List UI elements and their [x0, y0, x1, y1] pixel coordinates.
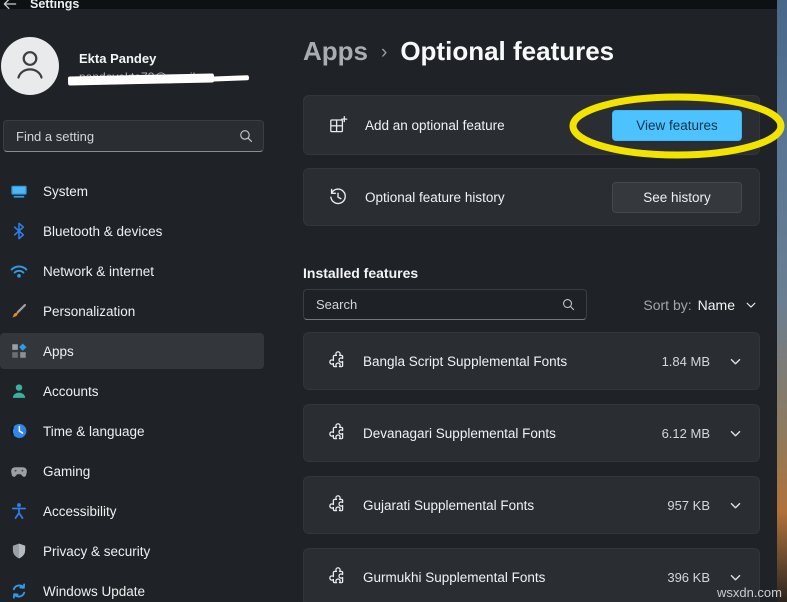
puzzle-icon — [328, 567, 348, 587]
sidebar-item-bluetooth-devices[interactable]: Bluetooth & devices — [0, 213, 264, 249]
settings-window: Settings Ekta Pandey pandeyekta78@gmail … — [0, 0, 787, 602]
history-label: Optional feature history — [365, 190, 505, 205]
history-icon — [328, 187, 348, 207]
chevron-down-icon[interactable] — [728, 354, 743, 369]
sidebar-nav: System Bluetooth & devices Network & int… — [0, 173, 265, 602]
sort-label: Sort by: — [643, 297, 691, 313]
back-button[interactable] — [2, 0, 20, 12]
system-icon — [10, 182, 28, 200]
sidebar-item-accessibility[interactable]: Accessibility — [0, 493, 264, 529]
feature-row[interactable]: Gurmukhi Supplemental Fonts 396 KB — [303, 548, 760, 602]
sidebar-item-network-internet[interactable]: Network & internet — [0, 253, 264, 289]
accessibility-icon — [10, 502, 28, 520]
optional-feature-history-card: Optional feature history See history — [303, 168, 760, 226]
features-search-input[interactable] — [304, 290, 586, 319]
feature-size: 957 KB — [667, 498, 710, 513]
search-icon — [238, 128, 254, 144]
sidebar-item-privacy-security[interactable]: Privacy & security — [0, 533, 264, 569]
page-title: Optional features — [400, 36, 614, 67]
breadcrumb-separator: › — [381, 42, 387, 64]
back-icon — [2, 0, 18, 12]
feature-size: 1.84 MB — [662, 354, 710, 369]
feature-row[interactable]: Devanagari Supplemental Fonts 6.12 MB — [303, 404, 760, 462]
features-search — [303, 289, 587, 320]
feature-size: 396 KB — [667, 570, 710, 585]
avatar[interactable] — [1, 37, 59, 95]
sidebar-item-system[interactable]: System — [0, 173, 264, 209]
add-feature-label: Add an optional feature — [365, 118, 505, 133]
user-name: Ekta Pandey — [79, 51, 156, 66]
installed-features-list: Bangla Script Supplemental Fonts 1.84 MB… — [303, 332, 760, 602]
personalization-icon — [10, 302, 28, 320]
sidebar-search-input[interactable] — [4, 121, 263, 151]
feature-row[interactable]: Bangla Script Supplemental Fonts 1.84 MB — [303, 332, 760, 390]
bluetooth-icon — [10, 222, 28, 240]
chevron-down-icon[interactable] — [728, 570, 743, 585]
time-icon — [10, 422, 28, 440]
sidebar-item-windows-update[interactable]: Windows Update — [0, 573, 264, 602]
feature-row[interactable]: Gujarati Supplemental Fonts 957 KB — [303, 476, 760, 534]
update-icon — [10, 582, 28, 600]
sidebar-item-gaming[interactable]: Gaming — [0, 453, 264, 489]
privacy-icon — [10, 542, 28, 560]
sidebar-search — [3, 120, 264, 152]
add-optional-feature-card: Add an optional feature View features — [303, 95, 760, 155]
desktop-wallpaper-sliver — [777, 0, 787, 602]
titlebar — [0, 0, 777, 9]
sidebar-item-time-language[interactable]: Time & language — [0, 413, 264, 449]
chevron-down-icon — [744, 298, 758, 312]
network-icon — [10, 262, 28, 280]
titlebar-title: Settings — [30, 0, 79, 11]
search-icon — [561, 297, 576, 312]
sort-value: Name — [698, 297, 735, 313]
gaming-icon — [10, 462, 28, 480]
person-icon — [10, 44, 50, 89]
feature-size: 6.12 MB — [662, 426, 710, 441]
add-feature-icon — [328, 115, 348, 135]
sidebar-item-personalization[interactable]: Personalization — [0, 293, 264, 329]
view-features-button[interactable]: View features — [612, 110, 742, 141]
watermark: wsxdn.com — [717, 585, 782, 600]
installed-features-heading: Installed features — [303, 265, 418, 281]
accounts-icon — [10, 382, 28, 400]
sidebar-item-apps[interactable]: Apps — [0, 333, 264, 369]
sort-dropdown[interactable]: Sort by: Name — [643, 297, 758, 313]
puzzle-icon — [328, 351, 348, 371]
breadcrumb: Apps › Optional features — [303, 36, 614, 67]
chevron-down-icon[interactable] — [728, 426, 743, 441]
see-history-button[interactable]: See history — [612, 182, 742, 213]
chevron-down-icon[interactable] — [728, 498, 743, 513]
apps-icon — [10, 342, 28, 360]
breadcrumb-apps-link[interactable]: Apps — [303, 36, 368, 67]
puzzle-icon — [328, 495, 348, 515]
puzzle-icon — [328, 423, 348, 443]
sidebar-item-accounts[interactable]: Accounts — [0, 373, 264, 409]
